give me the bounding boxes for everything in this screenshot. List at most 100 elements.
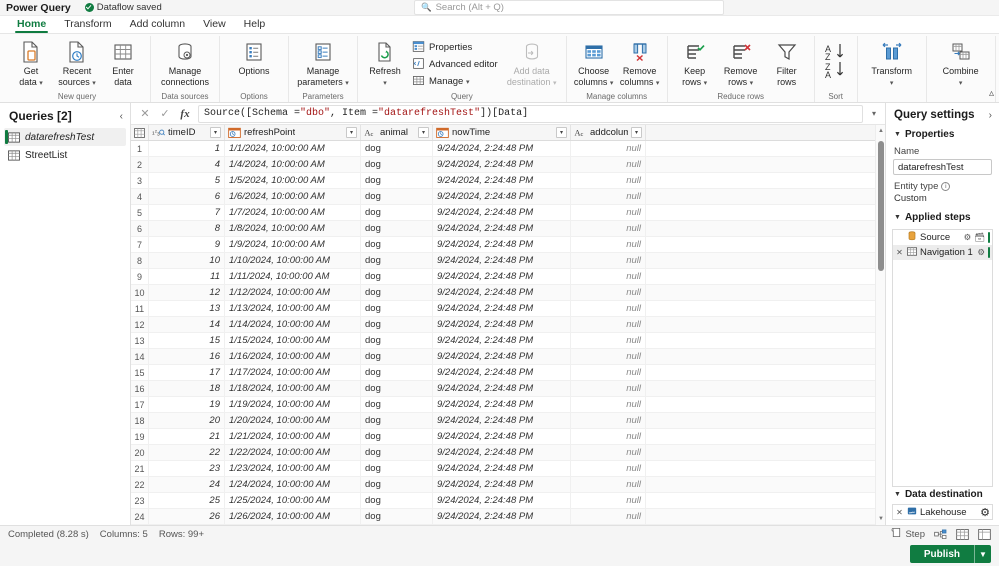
table-cell-animal[interactable]: dog <box>361 141 433 156</box>
table-cell-timeid[interactable]: 23 <box>149 461 225 476</box>
table-cell-timeid[interactable]: 7 <box>149 205 225 220</box>
gear-icon[interactable]: ⚙ <box>980 506 990 519</box>
table-cell-nowtime[interactable]: 9/24/2024, 2:24:48 PM <box>433 285 571 300</box>
table-cell-refreshpoint[interactable]: 1/19/2024, 10:00:00 AM <box>225 397 361 412</box>
table-cell-nowtime[interactable]: 9/24/2024, 2:24:48 PM <box>433 253 571 268</box>
formula-cancel-button[interactable]: ✕ <box>135 104 155 124</box>
row-number[interactable]: 15 <box>131 365 149 380</box>
table-cell-timeid[interactable]: 17 <box>149 365 225 380</box>
applied-step-navigation-1[interactable]: ✕ Navigation 1 ⚙ <box>893 245 992 260</box>
manage-connections-button[interactable]: Manage connections <box>155 36 215 87</box>
table-cell-animal[interactable]: dog <box>361 381 433 396</box>
table-cell-addcolumns2[interactable]: null <box>571 253 646 268</box>
row-number[interactable]: 18 <box>131 413 149 428</box>
ribbon-collapse-button[interactable]: ▵ <box>989 88 994 99</box>
table-cell-addcolumns2[interactable]: null <box>571 285 646 300</box>
table-cell-addcolumns2[interactable]: null <box>571 141 646 156</box>
row-number[interactable]: 12 <box>131 317 149 332</box>
table-cell-timeid[interactable]: 5 <box>149 173 225 188</box>
formula-accept-button[interactable]: ✓ <box>155 104 175 124</box>
row-number[interactable]: 8 <box>131 253 149 268</box>
remove-destination-button[interactable]: ✕ <box>895 508 904 517</box>
table-cell-refreshpoint[interactable]: 1/7/2024, 10:00:00 AM <box>225 205 361 220</box>
table-row[interactable]: 17 19 1/19/2024, 10:00:00 AM dog 9/24/2024, … <box>131 397 885 413</box>
tab-add-column[interactable]: Add column <box>121 16 194 33</box>
add-data-destination-button[interactable]: Add data destination ▾ <box>502 36 562 89</box>
table-cell-timeid[interactable]: 20 <box>149 413 225 428</box>
table-cell-animal[interactable]: dog <box>361 413 433 428</box>
table-row[interactable]: 5 7 1/7/2024, 10:00:00 AM dog 9/24/2024, 2:2… <box>131 205 885 221</box>
row-number[interactable]: 3 <box>131 173 149 188</box>
chevron-left-icon[interactable]: ‹ <box>120 111 123 122</box>
row-number[interactable]: 13 <box>131 333 149 348</box>
table-row[interactable]: 24 26 1/26/2024, 10:00:00 AM dog 9/24/2024, … <box>131 509 885 525</box>
tab-transform[interactable]: Transform <box>55 16 120 33</box>
table-cell-refreshpoint[interactable]: 1/5/2024, 10:00:00 AM <box>225 173 361 188</box>
row-number[interactable]: 23 <box>131 493 149 508</box>
table-cell-timeid[interactable]: 9 <box>149 237 225 252</box>
sort-button[interactable]: AZZA <box>819 36 853 83</box>
table-cell-refreshpoint[interactable]: 1/8/2024, 10:00:00 AM <box>225 221 361 236</box>
schema-view-icon[interactable] <box>978 528 991 540</box>
options-button[interactable]: Options <box>224 36 284 77</box>
row-number[interactable]: 19 <box>131 429 149 444</box>
table-cell-addcolumns2[interactable]: null <box>571 381 646 396</box>
fx-icon[interactable]: fx <box>175 104 195 124</box>
manage-button[interactable]: Manage ▾ <box>408 73 502 90</box>
table-cell-nowtime[interactable]: 9/24/2024, 2:24:48 PM <box>433 381 571 396</box>
manage-parameters-button[interactable]: Manage parameters ▾ <box>293 36 353 89</box>
table-cell-animal[interactable]: dog <box>361 333 433 348</box>
table-cell-refreshpoint[interactable]: 1/18/2024, 10:00:00 AM <box>225 381 361 396</box>
row-number[interactable]: 2 <box>131 157 149 172</box>
table-cell-addcolumns2[interactable]: null <box>571 269 646 284</box>
table-cell-addcolumns2[interactable]: null <box>571 445 646 460</box>
recent-sources-button[interactable]: Recent sources ▾ <box>54 36 100 89</box>
table-cell-addcolumns2[interactable]: null <box>571 509 646 524</box>
column-filter-button[interactable]: ▾ <box>346 127 357 138</box>
get-data-button[interactable]: Get data ▾ <box>8 36 54 89</box>
table-cell-addcolumns2[interactable]: null <box>571 205 646 220</box>
column-header-nowtime[interactable]: nowTime ▾ <box>433 125 571 140</box>
table-cell-animal[interactable]: dog <box>361 189 433 204</box>
table-cell-nowtime[interactable]: 9/24/2024, 2:24:48 PM <box>433 461 571 476</box>
row-number[interactable]: 22 <box>131 477 149 492</box>
table-cell-addcolumns2[interactable]: null <box>571 477 646 492</box>
remove-columns-button[interactable]: Remove columns ▾ <box>617 36 663 89</box>
table-cell-nowtime[interactable]: 9/24/2024, 2:24:48 PM <box>433 141 571 156</box>
table-cell-refreshpoint[interactable]: 1/21/2024, 10:00:00 AM <box>225 429 361 444</box>
table-row[interactable]: 3 5 1/5/2024, 10:00:00 AM dog 9/24/2024, 2:2… <box>131 173 885 189</box>
table-cell-animal[interactable]: dog <box>361 429 433 444</box>
tab-home[interactable]: Home <box>8 16 55 33</box>
select-all-table-icon[interactable] <box>131 125 149 140</box>
row-number[interactable]: 24 <box>131 509 149 524</box>
scroll-up-icon[interactable]: ▲ <box>877 127 885 135</box>
table-cell-refreshpoint[interactable]: 1/11/2024, 10:00:00 AM <box>225 269 361 284</box>
row-number[interactable]: 4 <box>131 189 149 204</box>
tab-help[interactable]: Help <box>235 16 275 33</box>
table-cell-animal[interactable]: dog <box>361 477 433 492</box>
table-cell-nowtime[interactable]: 9/24/2024, 2:24:48 PM <box>433 269 571 284</box>
chevron-right-icon[interactable]: › <box>989 110 992 121</box>
table-cell-timeid[interactable]: 24 <box>149 477 225 492</box>
table-cell-addcolumns2[interactable]: null <box>571 237 646 252</box>
table-row[interactable]: 6 8 1/8/2024, 10:00:00 AM dog 9/24/2024, 2:2… <box>131 221 885 237</box>
chevron-down-icon[interactable]: ▼ <box>974 545 991 563</box>
table-cell-refreshpoint[interactable]: 1/22/2024, 10:00:00 AM <box>225 445 361 460</box>
table-cell-nowtime[interactable]: 9/24/2024, 2:24:48 PM <box>433 349 571 364</box>
table-row[interactable]: 4 6 1/6/2024, 10:00:00 AM dog 9/24/2024, 2:2… <box>131 189 885 205</box>
table-cell-refreshpoint[interactable]: 1/1/2024, 10:00:00 AM <box>225 141 361 156</box>
advanced-editor-button[interactable]: Advanced editor <box>408 56 502 73</box>
table-cell-timeid[interactable]: 26 <box>149 509 225 524</box>
table-row[interactable]: 14 16 1/16/2024, 10:00:00 AM dog 9/24/2024, … <box>131 349 885 365</box>
row-number[interactable]: 5 <box>131 205 149 220</box>
table-cell-refreshpoint[interactable]: 1/6/2024, 10:00:00 AM <box>225 189 361 204</box>
table-cell-refreshpoint[interactable]: 1/24/2024, 10:00:00 AM <box>225 477 361 492</box>
query-item-datarefreshtest[interactable]: datarefreshTest <box>4 128 126 146</box>
table-cell-animal[interactable]: dog <box>361 349 433 364</box>
table-cell-nowtime[interactable]: 9/24/2024, 2:24:48 PM <box>433 301 571 316</box>
table-cell-timeid[interactable]: 12 <box>149 285 225 300</box>
table-cell-timeid[interactable]: 10 <box>149 253 225 268</box>
enter-data-button[interactable]: Enter data <box>100 36 146 87</box>
table-cell-animal[interactable]: dog <box>361 269 433 284</box>
table-cell-refreshpoint[interactable]: 1/26/2024, 10:00:00 AM <box>225 509 361 524</box>
